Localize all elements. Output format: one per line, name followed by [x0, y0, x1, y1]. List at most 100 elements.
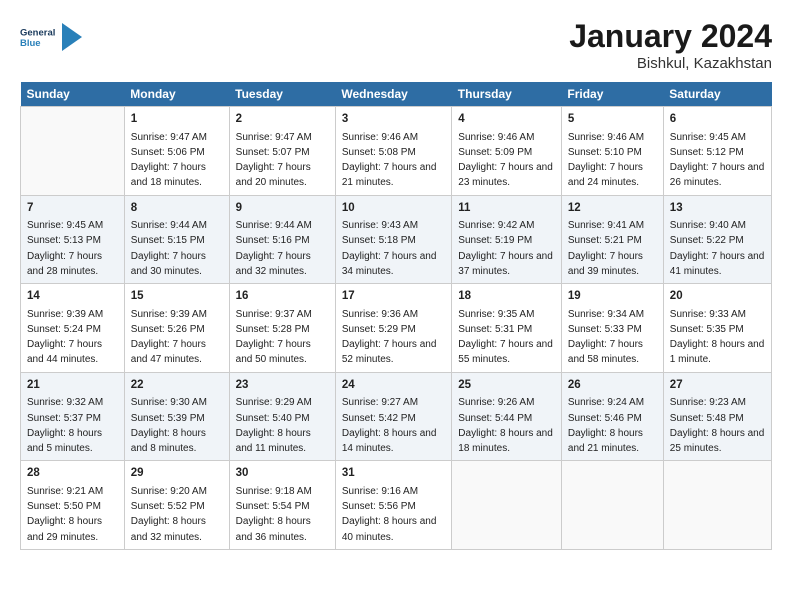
calendar-cell [452, 461, 562, 550]
cell-info: Sunrise: 9:20 AMSunset: 5:52 PMDaylight:… [131, 486, 207, 543]
calendar-day-header: Friday [561, 82, 663, 107]
page-subtitle: Bishkul, Kazakhstan [569, 55, 772, 72]
calendar-cell: 8 Sunrise: 9:44 AMSunset: 5:15 PMDayligh… [124, 195, 229, 284]
cell-info: Sunrise: 9:29 AMSunset: 5:40 PMDaylight:… [236, 397, 312, 454]
day-number: 30 [236, 465, 329, 482]
calendar-cell: 4 Sunrise: 9:46 AMSunset: 5:09 PMDayligh… [452, 107, 562, 196]
cell-info: Sunrise: 9:45 AMSunset: 5:12 PMDaylight:… [670, 132, 765, 189]
day-number: 16 [236, 288, 329, 305]
calendar-cell: 28 Sunrise: 9:21 AMSunset: 5:50 PMDaylig… [21, 461, 125, 550]
cell-info: Sunrise: 9:39 AMSunset: 5:24 PMDaylight:… [27, 309, 103, 366]
day-number: 31 [342, 465, 445, 482]
cell-info: Sunrise: 9:37 AMSunset: 5:28 PMDaylight:… [236, 309, 312, 366]
day-number: 21 [27, 377, 118, 394]
cell-info: Sunrise: 9:45 AMSunset: 5:13 PMDaylight:… [27, 220, 103, 277]
day-number: 2 [236, 111, 329, 128]
day-number: 22 [131, 377, 223, 394]
calendar-cell [663, 461, 771, 550]
day-number: 19 [568, 288, 657, 305]
day-number: 15 [131, 288, 223, 305]
day-number: 5 [568, 111, 657, 128]
cell-info: Sunrise: 9:23 AMSunset: 5:48 PMDaylight:… [670, 397, 765, 454]
calendar-cell: 7 Sunrise: 9:45 AMSunset: 5:13 PMDayligh… [21, 195, 125, 284]
calendar-cell: 30 Sunrise: 9:18 AMSunset: 5:54 PMDaylig… [229, 461, 335, 550]
calendar-cell: 19 Sunrise: 9:34 AMSunset: 5:33 PMDaylig… [561, 284, 663, 373]
day-number: 28 [27, 465, 118, 482]
cell-info: Sunrise: 9:16 AMSunset: 5:56 PMDaylight:… [342, 486, 437, 543]
cell-info: Sunrise: 9:35 AMSunset: 5:31 PMDaylight:… [458, 309, 553, 366]
day-number: 3 [342, 111, 445, 128]
calendar-week-row: 28 Sunrise: 9:21 AMSunset: 5:50 PMDaylig… [21, 461, 772, 550]
calendar-cell: 22 Sunrise: 9:30 AMSunset: 5:39 PMDaylig… [124, 372, 229, 461]
day-number: 24 [342, 377, 445, 394]
day-number: 27 [670, 377, 765, 394]
day-number: 12 [568, 200, 657, 217]
calendar-cell: 20 Sunrise: 9:33 AMSunset: 5:35 PMDaylig… [663, 284, 771, 373]
calendar-cell: 6 Sunrise: 9:45 AMSunset: 5:12 PMDayligh… [663, 107, 771, 196]
day-number: 20 [670, 288, 765, 305]
cell-info: Sunrise: 9:47 AMSunset: 5:07 PMDaylight:… [236, 132, 312, 189]
day-number: 8 [131, 200, 223, 217]
calendar-cell: 29 Sunrise: 9:20 AMSunset: 5:52 PMDaylig… [124, 461, 229, 550]
calendar-day-header: Tuesday [229, 82, 335, 107]
cell-info: Sunrise: 9:42 AMSunset: 5:19 PMDaylight:… [458, 220, 553, 277]
cell-info: Sunrise: 9:32 AMSunset: 5:37 PMDaylight:… [27, 397, 103, 454]
calendar-cell: 26 Sunrise: 9:24 AMSunset: 5:46 PMDaylig… [561, 372, 663, 461]
calendar-day-header: Thursday [452, 82, 562, 107]
day-number: 17 [342, 288, 445, 305]
calendar-day-header: Monday [124, 82, 229, 107]
cell-info: Sunrise: 9:46 AMSunset: 5:10 PMDaylight:… [568, 132, 644, 189]
cell-info: Sunrise: 9:27 AMSunset: 5:42 PMDaylight:… [342, 397, 437, 454]
title-block: January 2024 Bishkul, Kazakhstan [569, 18, 772, 72]
calendar-cell [21, 107, 125, 196]
cell-info: Sunrise: 9:40 AMSunset: 5:22 PMDaylight:… [670, 220, 765, 277]
day-number: 6 [670, 111, 765, 128]
cell-info: Sunrise: 9:30 AMSunset: 5:39 PMDaylight:… [131, 397, 207, 454]
cell-info: Sunrise: 9:44 AMSunset: 5:15 PMDaylight:… [131, 220, 207, 277]
cell-info: Sunrise: 9:33 AMSunset: 5:35 PMDaylight:… [670, 309, 765, 366]
calendar-cell: 31 Sunrise: 9:16 AMSunset: 5:56 PMDaylig… [335, 461, 451, 550]
calendar-table: SundayMondayTuesdayWednesdayThursdayFrid… [20, 82, 772, 550]
day-number: 4 [458, 111, 555, 128]
cell-info: Sunrise: 9:18 AMSunset: 5:54 PMDaylight:… [236, 486, 312, 543]
cell-info: Sunrise: 9:43 AMSunset: 5:18 PMDaylight:… [342, 220, 437, 277]
page-title: January 2024 [569, 18, 772, 55]
cell-info: Sunrise: 9:44 AMSunset: 5:16 PMDaylight:… [236, 220, 312, 277]
header: General Blue January 2024 Bishkul, Kazak… [20, 18, 772, 72]
day-number: 13 [670, 200, 765, 217]
calendar-cell: 2 Sunrise: 9:47 AMSunset: 5:07 PMDayligh… [229, 107, 335, 196]
calendar-cell [561, 461, 663, 550]
calendar-cell: 27 Sunrise: 9:23 AMSunset: 5:48 PMDaylig… [663, 372, 771, 461]
day-number: 18 [458, 288, 555, 305]
calendar-cell: 5 Sunrise: 9:46 AMSunset: 5:10 PMDayligh… [561, 107, 663, 196]
cell-info: Sunrise: 9:26 AMSunset: 5:44 PMDaylight:… [458, 397, 553, 454]
calendar-cell: 1 Sunrise: 9:47 AMSunset: 5:06 PMDayligh… [124, 107, 229, 196]
calendar-day-header: Saturday [663, 82, 771, 107]
day-number: 29 [131, 465, 223, 482]
calendar-cell: 10 Sunrise: 9:43 AMSunset: 5:18 PMDaylig… [335, 195, 451, 284]
calendar-week-row: 1 Sunrise: 9:47 AMSunset: 5:06 PMDayligh… [21, 107, 772, 196]
calendar-cell: 21 Sunrise: 9:32 AMSunset: 5:37 PMDaylig… [21, 372, 125, 461]
logo-arrow-icon [62, 23, 82, 51]
cell-info: Sunrise: 9:41 AMSunset: 5:21 PMDaylight:… [568, 220, 644, 277]
day-number: 23 [236, 377, 329, 394]
calendar-header-row: SundayMondayTuesdayWednesdayThursdayFrid… [21, 82, 772, 107]
day-number: 25 [458, 377, 555, 394]
day-number: 26 [568, 377, 657, 394]
svg-text:Blue: Blue [20, 38, 41, 49]
calendar-day-header: Wednesday [335, 82, 451, 107]
calendar-day-header: Sunday [21, 82, 125, 107]
calendar-cell: 18 Sunrise: 9:35 AMSunset: 5:31 PMDaylig… [452, 284, 562, 373]
calendar-cell: 24 Sunrise: 9:27 AMSunset: 5:42 PMDaylig… [335, 372, 451, 461]
cell-info: Sunrise: 9:46 AMSunset: 5:09 PMDaylight:… [458, 132, 553, 189]
day-number: 10 [342, 200, 445, 217]
svg-text:General: General [20, 28, 55, 39]
calendar-cell: 23 Sunrise: 9:29 AMSunset: 5:40 PMDaylig… [229, 372, 335, 461]
calendar-cell: 12 Sunrise: 9:41 AMSunset: 5:21 PMDaylig… [561, 195, 663, 284]
day-number: 9 [236, 200, 329, 217]
calendar-cell: 9 Sunrise: 9:44 AMSunset: 5:16 PMDayligh… [229, 195, 335, 284]
calendar-week-row: 14 Sunrise: 9:39 AMSunset: 5:24 PMDaylig… [21, 284, 772, 373]
logo: General Blue [20, 18, 82, 56]
calendar-week-row: 21 Sunrise: 9:32 AMSunset: 5:37 PMDaylig… [21, 372, 772, 461]
calendar-cell: 14 Sunrise: 9:39 AMSunset: 5:24 PMDaylig… [21, 284, 125, 373]
